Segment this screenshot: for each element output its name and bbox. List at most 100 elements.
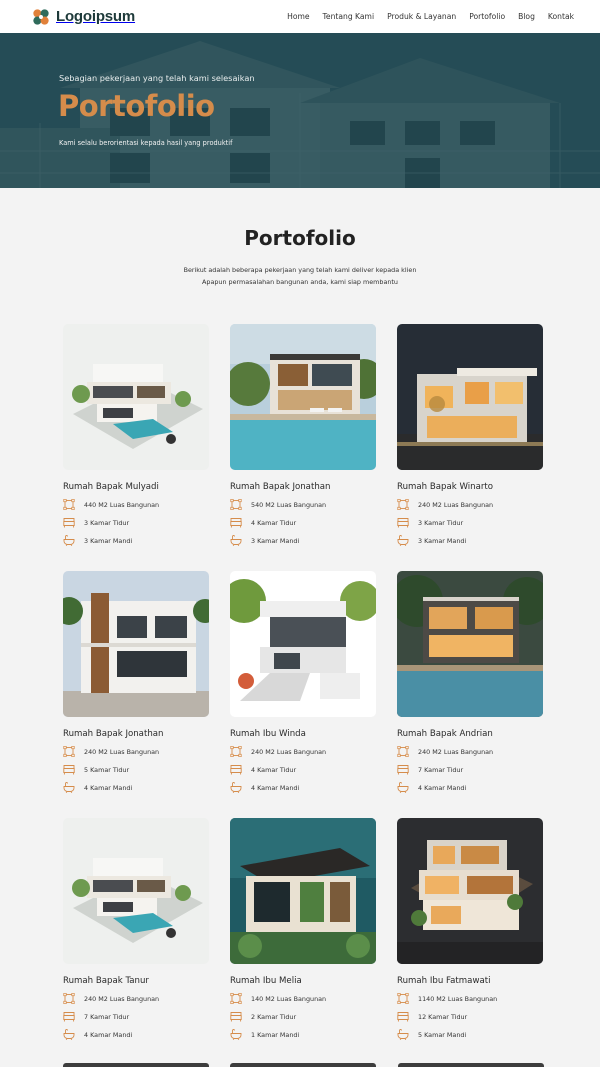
bed-icon — [230, 764, 242, 775]
project-bathrooms: 3 Kamar Mandi — [63, 535, 209, 546]
project-bathrooms: 4 Kamar Mandi — [63, 1029, 209, 1040]
project-bedrooms-text: 7 Kamar Tidur — [84, 1012, 130, 1021]
project-image[interactable] — [63, 818, 209, 964]
project-bathrooms: 3 Kamar Mandi — [397, 535, 543, 546]
bathtub-icon — [63, 1029, 75, 1040]
portfolio-card[interactable]: Rumah Bapak Andrian 240 M2 Luas Bangunan… — [397, 571, 543, 790]
project-bedrooms: 5 Kamar Tidur — [63, 764, 209, 775]
bathtub-icon — [230, 1029, 242, 1040]
project-bedrooms-text: 4 Kamar Tidur — [251, 518, 297, 527]
project-bedrooms: 7 Kamar Tidur — [63, 1011, 209, 1022]
project-title: Rumah Bapak Winarto — [397, 482, 494, 492]
portfolio-card[interactable]: Rumah Bapak Mulyadi 440 M2 Luas Bangunan… — [63, 324, 209, 543]
project-image-peek — [63, 1063, 209, 1067]
project-area-text: 1140 M2 Luas Bangunan — [418, 994, 498, 1003]
portfolio-card[interactable]: Rumah Ibu Melia 140 M2 Luas Bangunan 2 K… — [230, 818, 376, 1037]
area-icon — [230, 746, 242, 757]
portfolio-card[interactable]: Rumah Ibu Fatmawati 1140 M2 Luas Banguna… — [397, 818, 543, 1037]
project-bedrooms: 4 Kamar Tidur — [230, 517, 376, 528]
hero-title: Portofolio — [58, 89, 215, 123]
project-image[interactable] — [63, 324, 209, 470]
nav-portofolio[interactable]: Portofolio — [469, 12, 505, 21]
project-bedrooms-text: 3 Kamar Tidur — [84, 518, 130, 527]
project-bathrooms-text: 3 Kamar Mandi — [418, 536, 467, 545]
area-icon — [63, 993, 75, 1004]
portfolio-card[interactable]: Rumah Ibu Winda 240 M2 Luas Bangunan 4 K… — [230, 571, 376, 790]
bathtub-icon — [63, 782, 75, 793]
project-image-peek — [230, 1063, 376, 1067]
logo-icon — [33, 8, 49, 25]
area-icon — [63, 499, 75, 510]
brand-logo[interactable]: Logoipsum — [32, 8, 135, 26]
project-area: 240 M2 Luas Bangunan — [230, 746, 376, 757]
project-bathrooms-text: 4 Kamar Mandi — [418, 783, 467, 792]
portfolio-grid: Rumah Bapak Mulyadi 440 M2 Luas Bangunan… — [63, 324, 545, 1037]
project-bedrooms: 3 Kamar Tidur — [397, 517, 543, 528]
project-bathrooms: 1 Kamar Mandi — [230, 1029, 376, 1040]
project-image[interactable] — [397, 818, 543, 964]
project-title: Rumah Ibu Fatmawati — [397, 976, 491, 986]
portfolio-card[interactable]: Rumah Bapak Winarto 240 M2 Luas Bangunan… — [397, 324, 543, 543]
bed-icon — [230, 517, 242, 528]
project-title: Rumah Ibu Winda — [230, 729, 306, 739]
area-icon — [397, 746, 409, 757]
project-image[interactable] — [230, 571, 376, 717]
portfolio-card[interactable]: Rumah Bapak Jonathan 540 M2 Luas Banguna… — [230, 324, 376, 543]
project-area-text: 140 M2 Luas Bangunan — [251, 994, 327, 1003]
bathtub-icon — [63, 535, 75, 546]
bathtub-icon — [230, 535, 242, 546]
project-bathrooms: 4 Kamar Mandi — [63, 782, 209, 793]
project-bedrooms: 2 Kamar Tidur — [230, 1011, 376, 1022]
nav-blog[interactable]: Blog — [518, 12, 535, 21]
project-area: 240 M2 Luas Bangunan — [397, 499, 543, 510]
portfolio-card[interactable]: Rumah Bapak Jonathan 240 M2 Luas Banguna… — [63, 571, 209, 790]
bathtub-icon — [230, 782, 242, 793]
project-bedrooms-text: 3 Kamar Tidur — [418, 518, 464, 527]
project-bathrooms-text: 4 Kamar Mandi — [251, 783, 300, 792]
project-bedrooms: 7 Kamar Tidur — [397, 764, 543, 775]
project-area: 540 M2 Luas Bangunan — [230, 499, 376, 510]
project-title: Rumah Ibu Melia — [230, 976, 302, 986]
portfolio-card[interactable]: Rumah Bapak Tanur 240 M2 Luas Bangunan 7… — [63, 818, 209, 1037]
project-title: Rumah Bapak Tanur — [63, 976, 149, 986]
project-bathrooms: 3 Kamar Mandi — [230, 535, 376, 546]
project-image[interactable] — [230, 324, 376, 470]
project-bathrooms-text: 5 Kamar Mandi — [418, 1030, 467, 1039]
project-bathrooms: 5 Kamar Mandi — [397, 1029, 543, 1040]
project-area-text: 240 M2 Luas Bangunan — [251, 747, 327, 756]
bed-icon — [397, 1011, 409, 1022]
nav-kontak[interactable]: Kontak — [548, 12, 574, 21]
project-bedrooms: 12 Kamar Tidur — [397, 1011, 543, 1022]
section-description-line: Berikut adalah beberapa pekerjaan yang t… — [183, 266, 417, 274]
project-bedrooms-text: 5 Kamar Tidur — [84, 765, 130, 774]
brand-name: Logoipsum — [56, 8, 136, 25]
project-image[interactable] — [63, 571, 209, 717]
project-bathrooms-text: 4 Kamar Mandi — [84, 783, 133, 792]
nav-produk-layanan[interactable]: Produk & Layanan — [387, 12, 456, 21]
next-row-peek — [0, 1063, 600, 1067]
area-icon — [397, 993, 409, 1004]
site-header: Logoipsum Home Tentang Kami Produk & Lay… — [0, 0, 600, 33]
area-icon — [397, 499, 409, 510]
bed-icon — [63, 764, 75, 775]
area-icon — [63, 746, 75, 757]
project-area-text: 240 M2 Luas Bangunan — [84, 994, 160, 1003]
project-area-text: 540 M2 Luas Bangunan — [251, 500, 327, 509]
area-icon — [230, 993, 242, 1004]
project-bathrooms-text: 4 Kamar Mandi — [84, 1030, 133, 1039]
project-bedrooms: 4 Kamar Tidur — [230, 764, 376, 775]
project-image[interactable] — [230, 818, 376, 964]
section-description: Berikut adalah beberapa pekerjaan yang t… — [0, 264, 600, 288]
project-title: Rumah Bapak Jonathan — [230, 482, 331, 492]
project-bathrooms-text: 3 Kamar Mandi — [251, 536, 300, 545]
project-image[interactable] — [397, 571, 543, 717]
project-area-text: 240 M2 Luas Bangunan — [418, 500, 494, 509]
nav-tentang-kami[interactable]: Tentang Kami — [323, 12, 375, 21]
project-area-text: 440 M2 Luas Bangunan — [84, 500, 160, 509]
area-icon — [230, 499, 242, 510]
bathtub-icon — [397, 535, 409, 546]
section-description-line: Apapun permasalahan bangunan anda, kami … — [202, 278, 398, 286]
nav-home[interactable]: Home — [287, 12, 309, 21]
project-image[interactable] — [397, 324, 543, 470]
bathtub-icon — [397, 782, 409, 793]
